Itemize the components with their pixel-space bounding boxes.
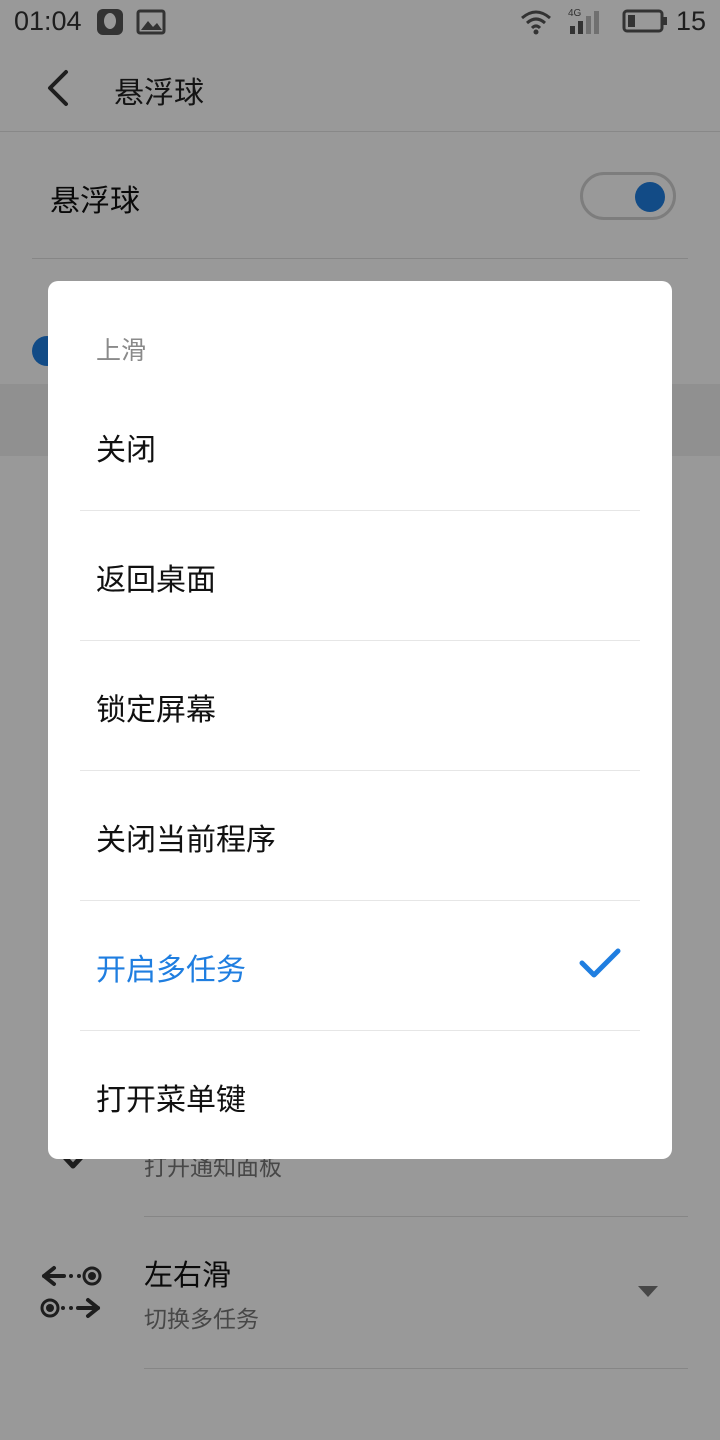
option-label: 关闭当前程序 [96, 823, 276, 858]
option-lock-screen[interactable]: 锁定屏幕 [48, 641, 672, 771]
option-label: 返回桌面 [96, 563, 216, 598]
swipe-up-action-dialog: 上滑 关闭 返回桌面 锁定屏幕 关闭当前程序 开启多任务 打开菜单键 [48, 281, 672, 1159]
option-home[interactable]: 返回桌面 [48, 511, 672, 641]
option-menu-key[interactable]: 打开菜单键 [48, 1031, 672, 1159]
checkmark-icon [579, 948, 621, 978]
option-close[interactable]: 关闭 [48, 381, 672, 511]
option-label: 关闭 [96, 433, 156, 468]
option-multitask[interactable]: 开启多任务 [48, 901, 672, 1031]
option-close-current-app[interactable]: 关闭当前程序 [48, 771, 672, 901]
option-label: 开启多任务 [96, 953, 246, 988]
option-label: 打开菜单键 [96, 1083, 246, 1118]
dialog-title: 上滑 [96, 336, 147, 365]
option-label: 锁定屏幕 [96, 693, 216, 728]
